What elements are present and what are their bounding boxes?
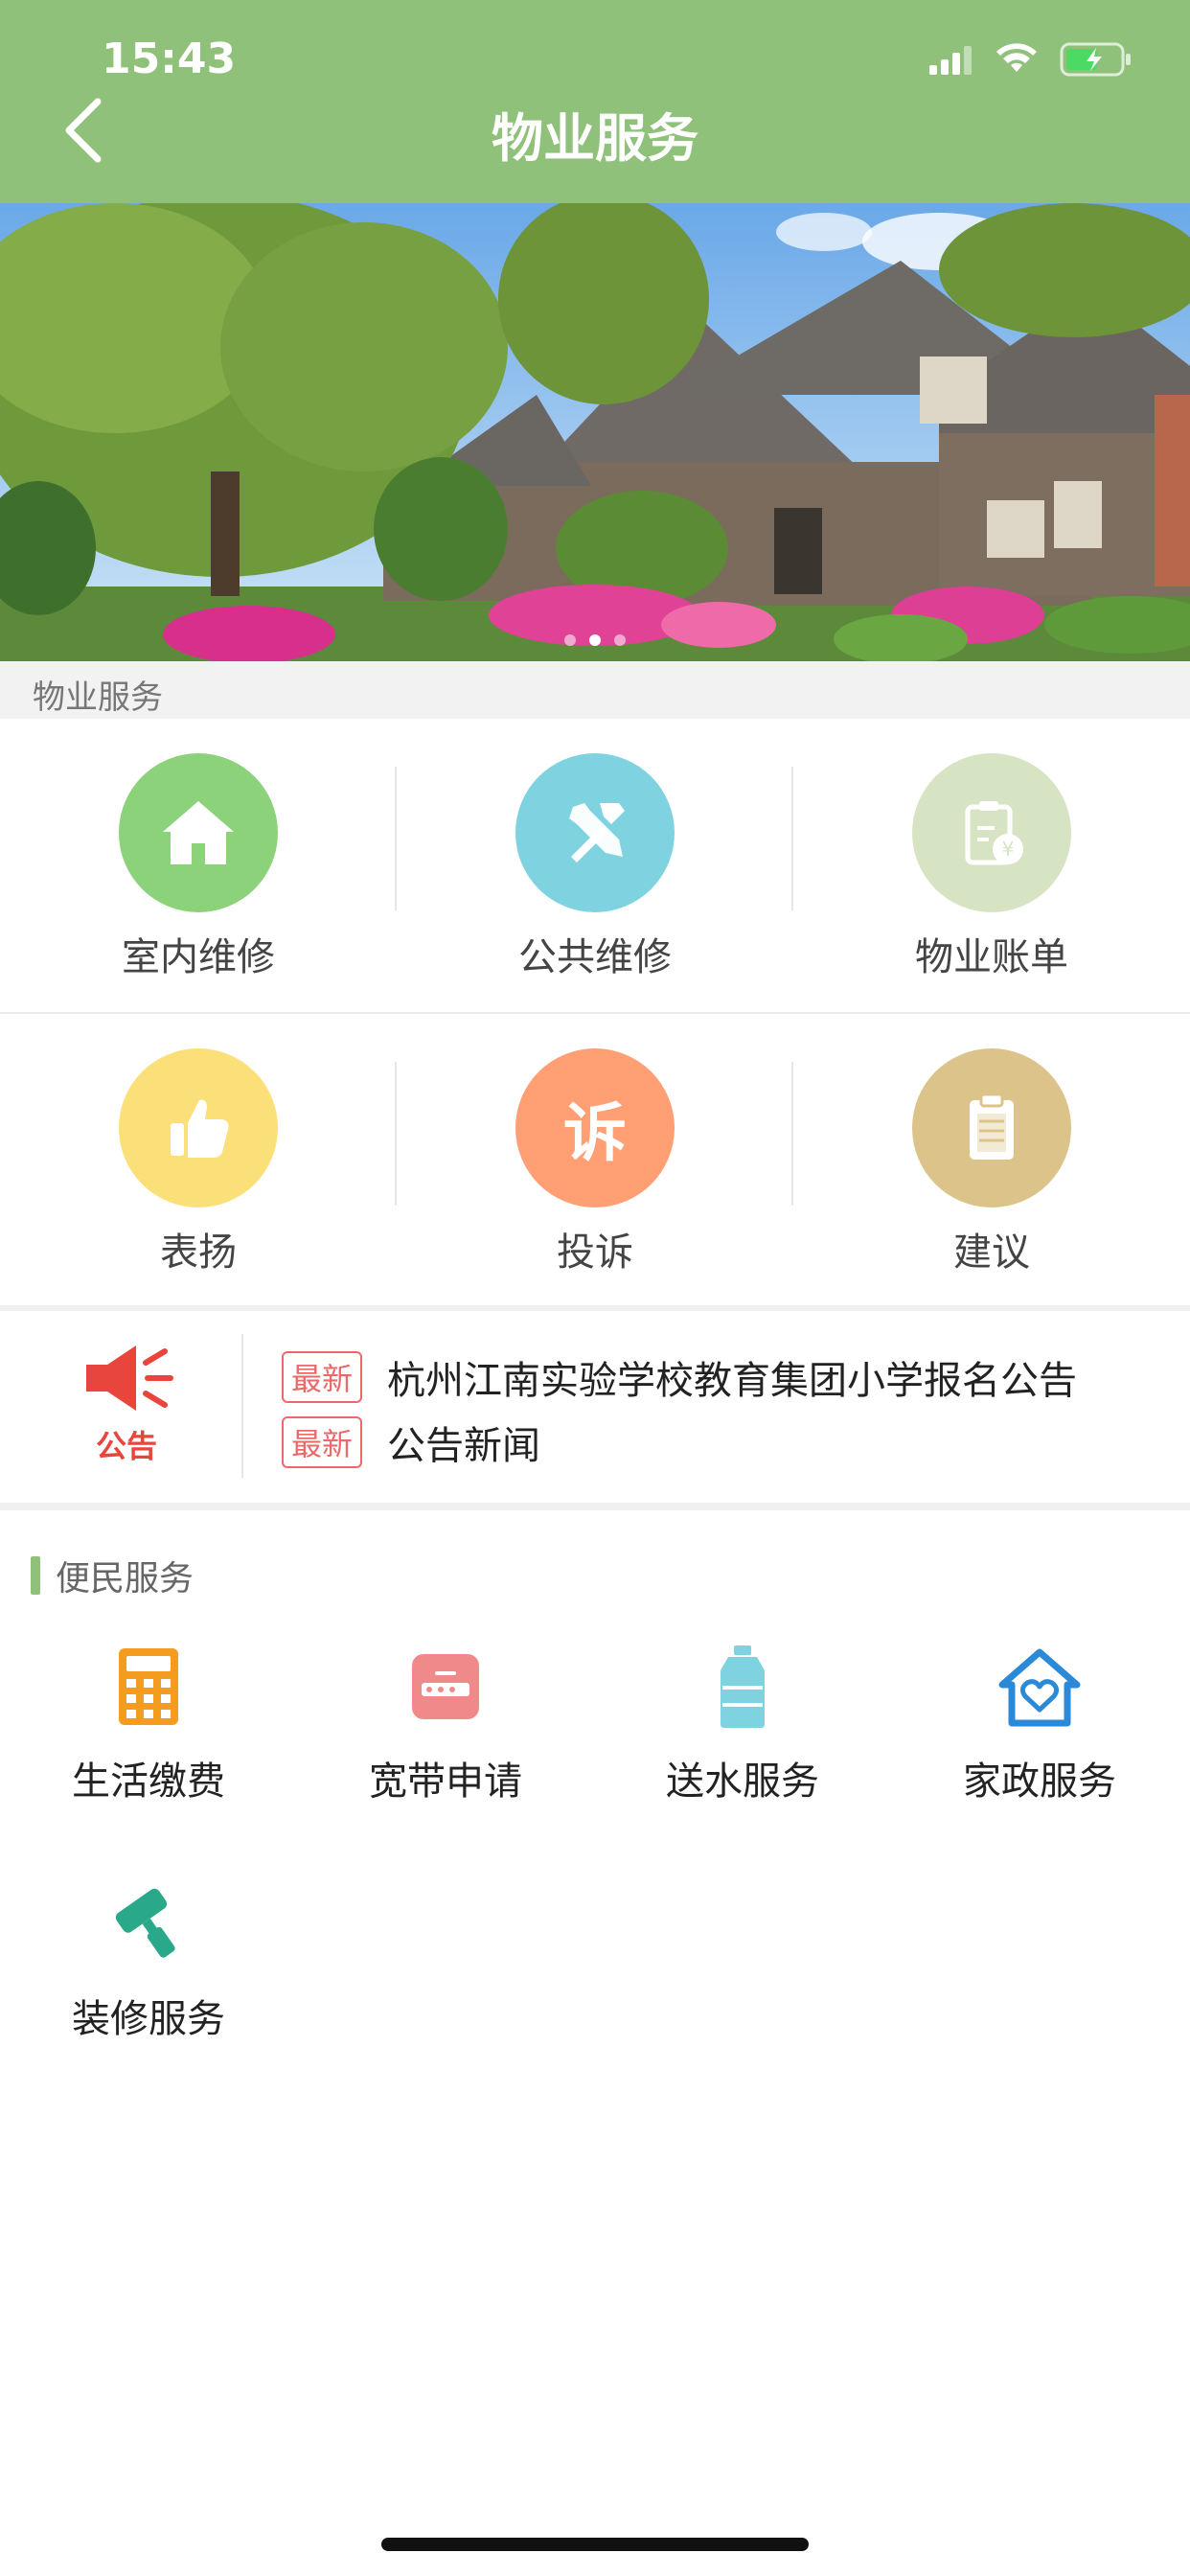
battery-icon <box>1060 42 1131 77</box>
carousel-dot-active[interactable] <box>589 634 601 646</box>
property-bill-button[interactable]: ¥ 物业账单 <box>793 719 1190 1012</box>
status-time: 15:43 <box>102 34 237 83</box>
wifi-icon <box>996 43 1037 72</box>
grid-label: 公共维修 <box>518 935 672 979</box>
section-header: 物业服务 <box>0 661 1190 719</box>
status-icons <box>929 42 1133 77</box>
announcement-text: 杭州江南实验学校教育集团小学报名公告 <box>387 1359 1078 1403</box>
complaint-icon: 诉 <box>515 1048 675 1208</box>
bill-icon: ¥ <box>912 753 1071 912</box>
housekeeping-service-button[interactable]: 家政服务 <box>920 1639 1159 1806</box>
grid-label: 表扬 <box>160 1230 237 1275</box>
tools-icon <box>515 753 675 912</box>
announcement-item[interactable]: 最新 杭州江南实验学校教育集团小学报名公告 <box>282 1349 1077 1405</box>
announcement-panel: 公告 最新 杭州江南实验学校教育集团小学报名公告 最新 公告新闻 <box>0 1311 1190 1503</box>
service-label: 装修服务 <box>72 1997 225 2041</box>
service-label: 生活缴费 <box>72 1760 225 1804</box>
water-bottle-icon <box>695 1639 790 1735</box>
announcement-item[interactable]: 最新 公告新闻 <box>282 1414 540 1470</box>
suggestion-button[interactable]: 建议 <box>793 1014 1190 1307</box>
service-label: 家政服务 <box>963 1760 1116 1804</box>
top-bar: 15:43 物业服务 <box>0 0 1190 203</box>
clipboard-icon <box>912 1048 1071 1208</box>
house-banner-image <box>0 203 1190 661</box>
home-indicator[interactable] <box>381 2538 809 2551</box>
complaint-button[interactable]: 诉 投诉 <box>397 1014 793 1307</box>
broadband-application-button[interactable]: 宽带申请 <box>326 1639 565 1806</box>
section-title: 物业服务 <box>33 678 163 717</box>
service-label: 宽带申请 <box>369 1760 522 1804</box>
indoor-repair-button[interactable]: 室内维修 <box>0 719 397 1012</box>
praise-button[interactable]: 表扬 <box>0 1014 397 1307</box>
house-heart-icon <box>992 1639 1087 1735</box>
banner-carousel[interactable] <box>0 203 1190 661</box>
router-icon <box>398 1639 493 1735</box>
announcement-text: 公告新闻 <box>387 1424 541 1468</box>
grid-label: 物业账单 <box>915 935 1068 979</box>
service-grid-row: 室内维修 公共维修 ¥ 物业账单 <box>0 719 1190 1012</box>
page-title: 物业服务 <box>492 108 698 169</box>
grid-label: 投诉 <box>557 1230 633 1275</box>
new-badge: 最新 <box>282 1351 363 1403</box>
water-delivery-button[interactable]: 送水服务 <box>623 1639 862 1806</box>
announcement-label: 公告 <box>95 1428 157 1464</box>
convenience-header: 便民服务 <box>31 1551 194 1600</box>
service-grid-row: 表扬 诉 投诉 建议 <box>0 1014 1190 1307</box>
public-repair-button[interactable]: 公共维修 <box>397 719 793 1012</box>
convenience-title: 便民服务 <box>56 1559 195 1598</box>
renovation-service-button[interactable]: 装修服务 <box>29 1876 268 2043</box>
announcement-icon: 公告 <box>82 1340 178 1466</box>
carousel-dot[interactable] <box>614 634 626 646</box>
paint-roller-icon <box>101 1876 196 1972</box>
carousel-dot[interactable] <box>564 634 576 646</box>
grid-label: 室内维修 <box>122 935 275 979</box>
thumbs-up-icon <box>119 1048 278 1208</box>
utility-payment-button[interactable]: 生活缴费 <box>29 1639 268 1806</box>
svg-text:¥: ¥ <box>1002 838 1015 861</box>
new-badge: 最新 <box>282 1416 363 1468</box>
signal-icon <box>929 46 972 75</box>
calculator-icon <box>101 1639 196 1735</box>
service-label: 送水服务 <box>666 1760 819 1804</box>
home-icon <box>119 753 278 912</box>
carousel-dots <box>0 634 1190 646</box>
grid-label: 建议 <box>953 1230 1030 1275</box>
